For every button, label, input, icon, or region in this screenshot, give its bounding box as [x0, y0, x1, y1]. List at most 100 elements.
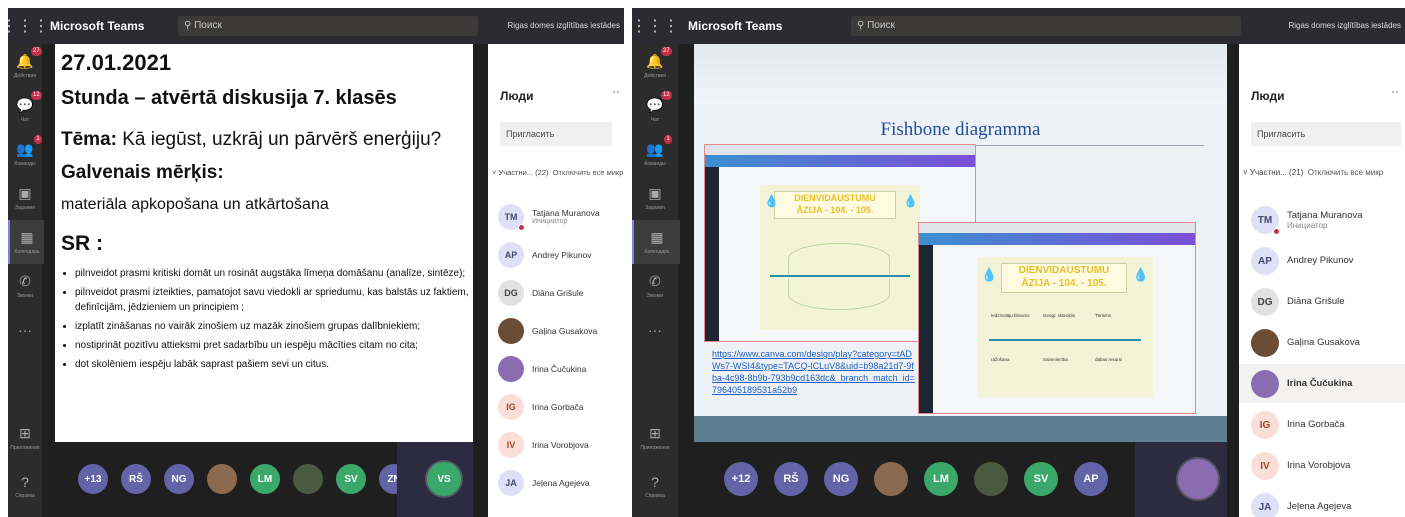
participant-row[interactable]: TM Tatjana Muranova Инициатор — [1251, 206, 1363, 235]
participant-avatar[interactable]: LM — [250, 464, 280, 494]
apps-icon: ⊞ — [649, 425, 661, 441]
avatar-initials: AP — [504, 250, 518, 260]
participant-strip: +13 RŠ NG LM SV ZN VS — [55, 442, 473, 517]
participant-row[interactable]: Gaļina Gusakova — [498, 318, 597, 344]
topic-text: Kā iegūst, uzkrāj un pārvērš enerģiju? — [116, 129, 442, 150]
rail-item-bell[interactable]: 🔔 27 Действия — [632, 44, 678, 88]
participant-avatar[interactable]: NG — [824, 462, 858, 496]
participant-row[interactable]: AP Andrey Pikunov — [498, 242, 592, 268]
people-panel-title: Люди — [500, 89, 534, 103]
rail-item-chat[interactable]: 💬 12 Чат — [8, 88, 42, 132]
participant-row[interactable]: AP Andrey Pikunov — [1251, 247, 1354, 275]
participant-row[interactable]: JA Jeļena Agejeva — [1251, 493, 1351, 517]
calls-icon: ✆ — [649, 273, 661, 289]
participant-row[interactable]: IG Irina Gorbača — [1251, 411, 1345, 439]
rail-item-teams[interactable]: 👥 1 Команды — [8, 132, 42, 176]
participant-row[interactable]: JA Jeļena Agejeva — [498, 470, 590, 496]
search-input[interactable]: ⚲ Поиск — [851, 16, 1241, 36]
participant-row[interactable]: IV Irina Vorobjova — [498, 432, 589, 458]
participant-row[interactable]: Gaļina Gusakova — [1251, 329, 1360, 357]
participant-name: Tatjana Muranova Инициатор — [532, 208, 600, 227]
rail-item-calls[interactable]: ✆ Звонки — [8, 264, 42, 308]
overflow-participants-button[interactable]: +12 — [724, 462, 758, 496]
participant-avatar[interactable] — [293, 464, 323, 494]
fishbone-spine — [770, 275, 910, 277]
people-panel: Люди ·· Пригласить ˅ Участни... (22) Отк… — [488, 44, 624, 517]
rail-item-calendar[interactable]: ▦ Календарь — [632, 220, 680, 264]
rail-item-calendar[interactable]: ▦ Календарь — [8, 220, 44, 264]
participant-avatar[interactable]: SV — [336, 464, 366, 494]
rail-item-help[interactable]: ? Справка — [632, 464, 678, 508]
participants-header[interactable]: ˅ Участни... (21) Отключить все микр — [1243, 168, 1383, 177]
participant-avatar[interactable] — [874, 462, 908, 496]
participant-avatar[interactable] — [974, 462, 1008, 496]
participant-name: Diāna Grišule — [532, 288, 584, 298]
participant-strip: +12 RŠ NG LM SV AP — [694, 442, 1227, 517]
participant-avatar[interactable] — [207, 464, 237, 494]
avatar-initials: SV — [1033, 473, 1049, 485]
more-options-icon[interactable]: ·· — [612, 84, 620, 98]
droplet-icon: 💧 — [1132, 267, 1149, 282]
participants-header[interactable]: ˅ Участни... (22) Отключить все микр — [492, 168, 623, 177]
canva-link[interactable]: https://www.canva.com/design/play?catego… — [712, 348, 917, 396]
rail-item-apps[interactable]: ⊞ Приложения — [632, 416, 678, 460]
search-input[interactable]: ⚲ Поиск — [178, 16, 478, 36]
help-icon: ? — [21, 473, 29, 490]
mute-all-link[interactable]: Отключить все микр — [553, 168, 624, 177]
fishbone-bones-bottom — [788, 279, 890, 310]
rail-label: Справка — [15, 492, 35, 499]
rail-item-apps[interactable]: ⊞ Приложения — [8, 416, 42, 460]
avatar-initials: SV — [344, 473, 358, 485]
org-name[interactable]: Rigas domes izglītības iestādes — [508, 8, 621, 44]
app-launcher-icon[interactable]: ⋮⋮⋮ — [632, 8, 679, 44]
participant-row[interactable]: Irina Čučukina — [1239, 364, 1405, 403]
more-options-icon[interactable]: ·· — [1391, 84, 1399, 98]
assignments-icon: ▣ — [648, 185, 662, 201]
participant-row[interactable]: Irina Čučukina — [498, 356, 586, 382]
org-name[interactable]: Rigas domes izglītības iestādes — [1289, 8, 1402, 44]
participant-row[interactable]: IV Irina Vorobjova — [1251, 452, 1350, 480]
participant-avatar[interactable] — [1178, 459, 1218, 499]
rail-item-calls[interactable]: ✆ Звонки — [632, 264, 678, 308]
participant-avatar[interactable]: NG — [164, 464, 194, 494]
chat-icon: 💬 12 — [16, 91, 42, 113]
mute-all-link[interactable]: Отключить все микр — [1308, 168, 1383, 177]
rail-item-assignments[interactable]: ▣ Задания — [8, 176, 42, 220]
slide-goal-text: materiāla apkopošana un atkārtošana — [61, 196, 329, 213]
teams-icon: 👥 1 — [646, 135, 672, 157]
participant-avatar[interactable]: SV — [1024, 462, 1058, 496]
participant-row[interactable]: IG Irina Gorbača — [498, 394, 584, 420]
invite-input[interactable]: Пригласить — [500, 122, 612, 146]
participant-avatar[interactable]: RŠ — [774, 462, 808, 496]
participant-row[interactable]: DG Diāna Grišule — [1251, 288, 1345, 316]
overflow-participants-button[interactable]: +13 — [78, 464, 108, 494]
rail-item-more[interactable]: ··· — [8, 308, 42, 352]
fishbone-diagram-2: DIENVIDAUSTUMU ĀZIJA - 104. - 105. 💧 💧 Ie… — [977, 257, 1153, 397]
participant-avatar[interactable]: LM — [924, 462, 958, 496]
rail-item-help[interactable]: ? Справка — [8, 464, 42, 508]
participant-avatar[interactable]: AP — [1074, 462, 1108, 496]
bone-label: Tūrisms — [1095, 313, 1111, 318]
rail-item-bell[interactable]: 🔔 27 Действия — [8, 44, 42, 88]
app-launcher-icon[interactable]: ⋮⋮⋮ — [8, 8, 49, 44]
topic-label: Tēma: — [61, 129, 117, 150]
rail-item-assignments[interactable]: ▣ Задания — [632, 176, 678, 220]
participant-avatar[interactable]: RŠ — [121, 464, 151, 494]
notification-badge: 1 — [34, 135, 42, 144]
participant-row[interactable]: TM Tatjana Muranova Инициатор — [498, 204, 600, 231]
notification-badge: 27 — [31, 47, 42, 56]
participant-avatar[interactable]: VS — [427, 462, 461, 496]
invite-input[interactable]: Пригласить — [1251, 122, 1401, 146]
participant-name: Irina Čučukina — [1287, 378, 1352, 389]
rail-item-chat[interactable]: 💬 12 Чат — [632, 88, 678, 132]
participant-row[interactable]: DG Diāna Grišule — [498, 280, 584, 306]
slide-date: 27.01.2021 — [61, 50, 172, 75]
app-name: Microsoft Teams — [50, 19, 145, 33]
rail-item-more[interactable]: ··· — [632, 308, 678, 352]
canva-sidebar — [705, 167, 719, 341]
rail-item-teams[interactable]: 👥 1 Команды — [632, 132, 678, 176]
teams-window-left: ⋮⋮⋮ Microsoft Teams ⚲ Поиск Rigas domes … — [8, 8, 624, 517]
avatar-initials: LM — [257, 473, 273, 485]
fishbone-spine — [989, 339, 1141, 341]
participant-name: Gaļina Gusakova — [1287, 337, 1360, 348]
